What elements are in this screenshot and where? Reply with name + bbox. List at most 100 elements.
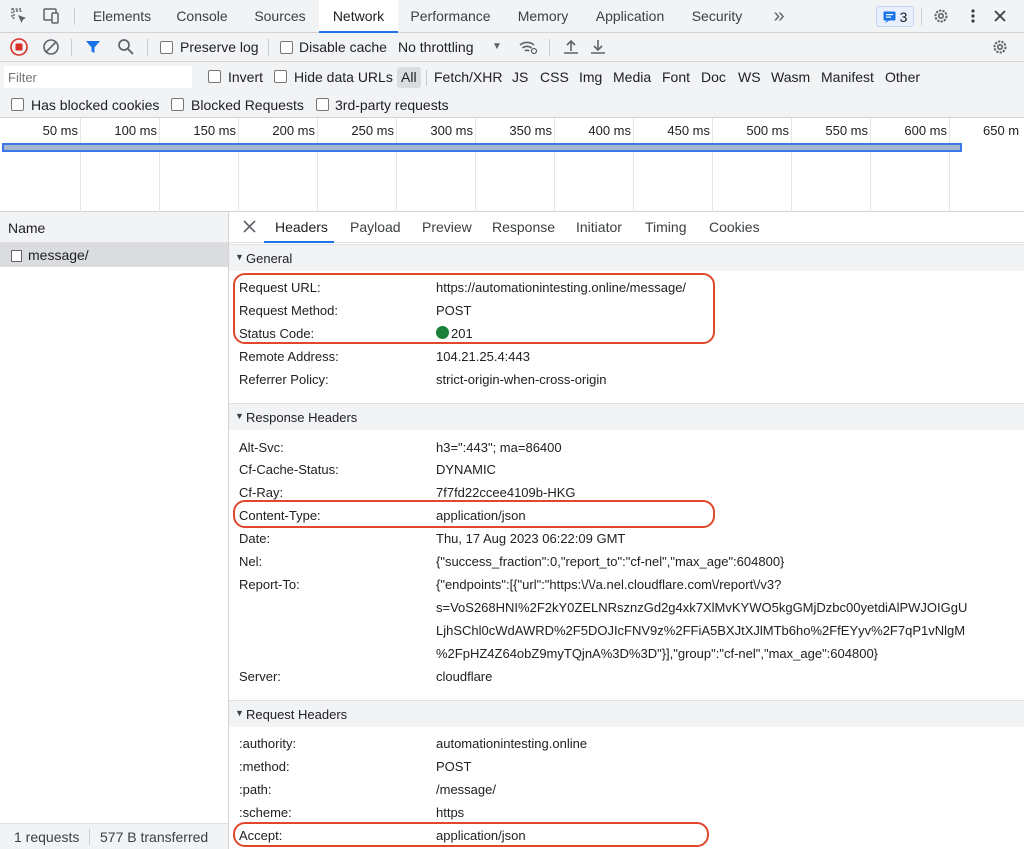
tab-memory[interactable]: Memory [505, 0, 581, 33]
blocked-requests-checkbox[interactable] [171, 98, 184, 111]
request-row[interactable]: message/ [0, 243, 228, 267]
tab-elements[interactable]: Elements [82, 0, 162, 33]
header-key: :authority: [239, 736, 297, 751]
type-filter-img[interactable]: Img [579, 69, 602, 85]
header-value: /message/ [436, 782, 496, 797]
expand-triangle-icon: ▼ [235, 708, 244, 718]
request-headers-section-header[interactable]: ▼ Request Headers [229, 700, 1024, 727]
timeline-tick: 100 ms [114, 123, 157, 138]
header-value: https [436, 805, 465, 820]
type-filter-font[interactable]: Font [662, 69, 690, 85]
type-filter-css[interactable]: CSS [540, 69, 569, 85]
response-headers-section-header[interactable]: ▼ Response Headers [229, 403, 1024, 430]
type-filter-wasm[interactable]: Wasm [771, 69, 810, 85]
tab-headers[interactable]: Headers [275, 219, 328, 235]
throttling-dropdown-icon[interactable]: ▼ [492, 41, 502, 52]
type-filter-fetch-xhr[interactable]: Fetch/XHR [434, 69, 502, 85]
header-value: {"success_fraction":0,"report_to":"cf-ne… [436, 554, 785, 569]
type-filter-other[interactable]: Other [885, 69, 920, 85]
filter-funnel-icon[interactable] [85, 39, 101, 55]
type-filter-all[interactable]: All [401, 69, 417, 85]
annotation-highlight [233, 822, 709, 847]
tab-network[interactable]: Network [319, 0, 398, 33]
tab-timing[interactable]: Timing [645, 219, 687, 235]
type-filter-doc[interactable]: Doc [701, 69, 726, 85]
timeline-tick: 50 ms [42, 123, 78, 138]
timeline-overview[interactable]: 50 ms 100 ms 150 ms 200 ms 250 ms 300 ms… [0, 118, 1024, 212]
header-key: Referrer Policy: [239, 372, 329, 387]
tab-console[interactable]: Console [164, 0, 240, 33]
header-value: LjhSChl0cWdAWRD%2F5DOJIcFNV9z%2FFiA5BXJt… [436, 623, 966, 638]
close-devtools-icon[interactable] [989, 5, 1011, 27]
network-settings-gear-icon[interactable] [991, 38, 1009, 56]
timeline-tick: 500 ms [746, 123, 789, 138]
type-filter-js[interactable]: JS [512, 69, 528, 85]
request-timing-bar [2, 143, 962, 152]
timeline-tick: 350 ms [509, 123, 552, 138]
header-key: Cf-Ray: [239, 485, 284, 500]
preserve-log-checkbox[interactable] [160, 41, 173, 54]
header-value: %2FpHZ4Z64obZ9myTQjnA%3D%3D"}],"group":"… [436, 646, 879, 661]
header-key: Server: [239, 669, 281, 684]
header-value: strict-origin-when-cross-origin [436, 372, 607, 387]
third-party-requests-checkbox[interactable] [316, 98, 329, 111]
hide-data-urls-checkbox[interactable] [274, 70, 287, 83]
header-value: {"endpoints":[{"url":"https:\/\/a.nel.cl… [436, 577, 782, 592]
devtools-tabbar: Elements Console Sources Network Perform… [0, 0, 1024, 33]
tab-application[interactable]: Application [584, 0, 676, 33]
timeline-tick: 650 m [983, 123, 1020, 138]
close-details-icon[interactable] [243, 220, 257, 234]
request-list-pane: Name message/ 1 requests 577 B transferr… [0, 212, 229, 849]
general-section-header[interactable]: ▼ General [229, 244, 1024, 271]
timeline-tick: 300 ms [430, 123, 473, 138]
export-har-icon[interactable] [589, 38, 607, 56]
tab-performance[interactable]: Performance [400, 0, 501, 33]
header-key: Alt-Svc: [239, 440, 284, 455]
invert-label: Invert [228, 69, 264, 85]
type-filter-media[interactable]: Media [613, 69, 651, 85]
issues-count: 3 [899, 8, 908, 25]
preserve-log-label: Preserve log [180, 39, 259, 55]
header-value: 104.21.25.4:443 [436, 349, 530, 364]
name-column-header[interactable]: Name [8, 220, 45, 236]
clear-icon[interactable] [42, 38, 60, 56]
tab-cookies[interactable]: Cookies [709, 219, 760, 235]
import-har-icon[interactable] [562, 38, 580, 56]
record-stop-icon[interactable] [10, 38, 28, 56]
filter-input[interactable] [4, 66, 192, 88]
timeline-tick: 250 ms [351, 123, 394, 138]
section-title: General [246, 251, 293, 266]
invert-checkbox[interactable] [208, 70, 221, 83]
disable-cache-checkbox[interactable] [280, 41, 293, 54]
tab-payload[interactable]: Payload [350, 219, 401, 235]
type-filter-manifest[interactable]: Manifest [821, 69, 874, 85]
issues-counter-button[interactable]: 3 [876, 6, 914, 27]
network-conditions-icon[interactable] [518, 38, 538, 56]
has-blocked-cookies-checkbox[interactable] [11, 98, 24, 111]
search-icon[interactable] [117, 38, 135, 56]
more-options-icon[interactable] [962, 5, 984, 27]
header-value: s=VoS268HNI%2F2kY0ZELNRsznzGd2g4xk7XlMvK… [436, 600, 968, 615]
header-key: Remote Address: [239, 349, 339, 364]
disable-cache-label: Disable cache [299, 39, 387, 55]
settings-gear-icon[interactable] [930, 5, 952, 27]
tab-security[interactable]: Security [681, 0, 753, 33]
more-tabs-button[interactable]: » [762, 0, 796, 33]
tab-response[interactable]: Response [492, 219, 555, 235]
annotation-highlight [233, 500, 715, 528]
throttling-select[interactable]: No throttling [398, 39, 473, 55]
request-name: message/ [28, 247, 89, 263]
tab-initiator[interactable]: Initiator [576, 219, 622, 235]
blocked-requests-label: Blocked Requests [191, 97, 304, 113]
tab-preview[interactable]: Preview [422, 219, 472, 235]
timeline-tick: 150 ms [193, 123, 236, 138]
inspect-element-icon[interactable] [8, 5, 30, 27]
device-toolbar-icon[interactable] [40, 5, 62, 27]
type-filter-ws[interactable]: WS [738, 69, 761, 85]
timeline-tick: 200 ms [272, 123, 315, 138]
section-title: Response Headers [246, 410, 358, 425]
header-key: :scheme: [239, 805, 292, 820]
timeline-tick: 400 ms [588, 123, 631, 138]
tab-sources[interactable]: Sources [243, 0, 317, 33]
request-count: 1 requests [14, 829, 80, 845]
